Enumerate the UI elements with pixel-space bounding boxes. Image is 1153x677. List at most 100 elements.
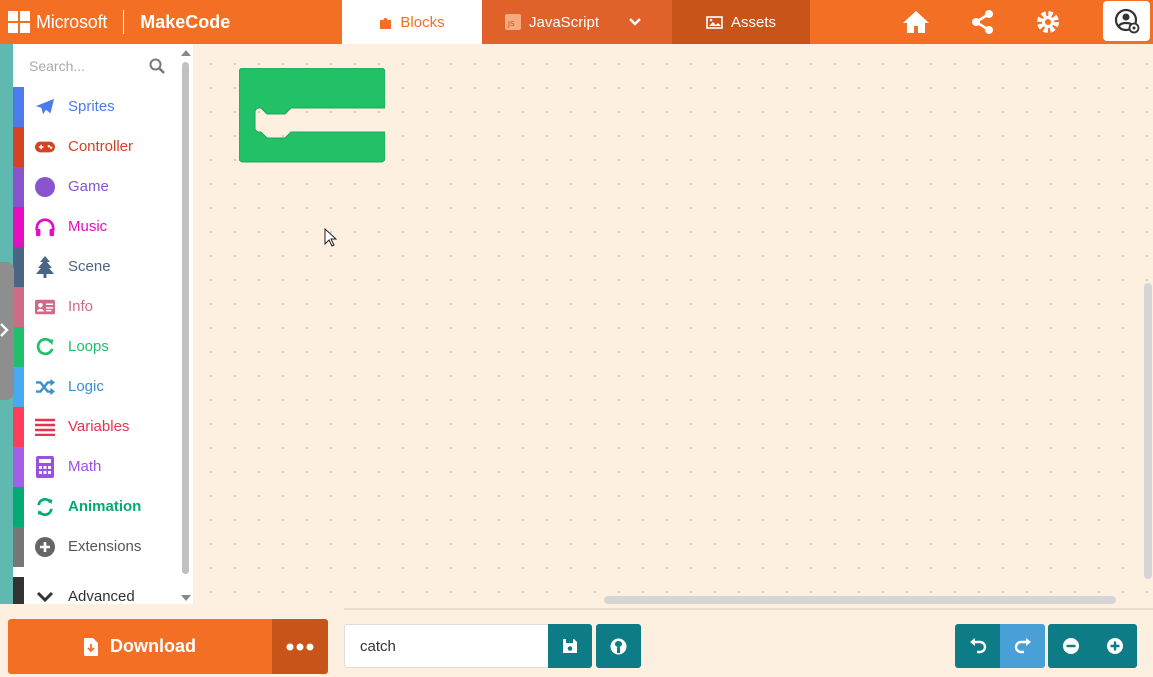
category-label: Sprites: [68, 98, 115, 115]
category-label: Game: [68, 178, 109, 195]
microsoft-logo-icon: [8, 11, 30, 33]
plus-circle-icon: [35, 537, 55, 557]
category-game[interactable]: Game: [13, 167, 179, 207]
blocks-workspace[interactable]: [193, 44, 1153, 604]
category-loops[interactable]: Loops: [13, 327, 179, 367]
download-label: Download: [110, 636, 196, 656]
category-color-bar: [13, 407, 24, 447]
puzzle-icon: [380, 17, 392, 29]
shuffle-icon: [35, 377, 55, 397]
refresh-icon: [35, 337, 55, 357]
zoom-in-icon: [1107, 638, 1123, 654]
zoom-in-button[interactable]: [1093, 624, 1137, 668]
ellipsis-icon: [286, 643, 314, 650]
category-color-bar: [13, 367, 24, 407]
toolbox-scrollbar[interactable]: [179, 44, 193, 604]
download-file-icon: [84, 637, 98, 656]
toolbox: Sprites Controller Game Music Scene Info…: [13, 44, 179, 604]
category-label: Advanced: [68, 588, 135, 604]
category-advanced[interactable]: Advanced: [13, 577, 179, 604]
home-icon: [903, 11, 929, 33]
tab-javascript[interactable]: JS JavaScript: [482, 0, 672, 44]
category-label: Loops: [68, 338, 109, 355]
category-scene[interactable]: Scene: [13, 247, 179, 287]
github-button[interactable]: [596, 624, 641, 668]
tab-assets-label: Assets: [730, 13, 776, 31]
category-math[interactable]: Math: [13, 447, 179, 487]
category-variables[interactable]: Variables: [13, 407, 179, 447]
category-color-bar: [13, 577, 24, 604]
toolbox-search: [13, 44, 179, 86]
save-button[interactable]: [548, 624, 592, 668]
on-start-block-label: on start: [54, 82, 112, 96]
category-animation[interactable]: Animation: [13, 487, 179, 527]
tab-blocks[interactable]: Blocks: [342, 0, 482, 44]
category-label: Info: [68, 298, 94, 315]
more-options-button[interactable]: [272, 619, 328, 674]
chevron-right-icon: [0, 323, 9, 337]
share-icon: [972, 10, 993, 34]
category-label: Math: [68, 458, 102, 475]
list-icon: [35, 417, 55, 437]
scroll-up-icon[interactable]: [181, 50, 191, 56]
image-icon: [706, 15, 723, 29]
category-color-bar: [13, 327, 24, 367]
category-controller[interactable]: Controller: [13, 127, 179, 167]
github-icon: [610, 638, 627, 654]
project-name-input[interactable]: [344, 624, 549, 668]
category-label: Variables: [68, 418, 130, 435]
brand-product: MakeCode: [140, 11, 231, 32]
undo-button[interactable]: [955, 624, 1000, 668]
share-button[interactable]: [968, 8, 998, 36]
header: Microsoft MakeCode Blocks JS JavaScript …: [0, 0, 1153, 45]
undo-icon: [969, 638, 986, 654]
category-color-bar: [13, 447, 24, 487]
svg-text:JS: JS: [507, 20, 515, 28]
category-color-bar: [13, 167, 24, 207]
zoom-out-icon: [1062, 638, 1079, 654]
on-start-block[interactable]: [239, 68, 385, 163]
category-logic[interactable]: Logic: [13, 367, 179, 407]
gamepad-icon: [35, 137, 55, 157]
paper-plane-icon: [35, 97, 55, 117]
brand-company: Microsoft: [36, 11, 108, 32]
workspace-horizontal-scrollbar[interactable]: [604, 596, 1116, 604]
save-icon: [563, 639, 577, 653]
category-color-bar: [13, 87, 24, 127]
workspace-vertical-scrollbar[interactable]: [1144, 283, 1152, 579]
calculator-icon: [35, 456, 55, 478]
category-color-bar: [13, 247, 24, 287]
flyout-toggle[interactable]: [0, 262, 14, 400]
search-icon[interactable]: [149, 58, 165, 74]
chevron-down-icon: [35, 587, 55, 604]
home-button[interactable]: [901, 8, 931, 36]
category-music[interactable]: Music: [13, 207, 179, 247]
category-label: Logic: [68, 378, 104, 395]
tab-blocks-label: Blocks: [400, 13, 445, 31]
user-icon: [1114, 8, 1139, 34]
circle-icon: [35, 177, 55, 197]
mouse-cursor-icon: [324, 228, 338, 247]
id-card-icon: [35, 297, 55, 317]
chevron-down-icon[interactable]: [628, 15, 642, 29]
sync-icon: [35, 497, 55, 517]
redo-button[interactable]: [1000, 624, 1045, 668]
tab-assets[interactable]: Assets: [672, 0, 810, 44]
category-extensions[interactable]: Extensions: [13, 527, 179, 567]
tree-icon: [35, 256, 55, 278]
user-menu-button[interactable]: [1103, 1, 1150, 41]
category-label: Music: [68, 218, 108, 235]
editor-tabs: Blocks JS JavaScript Assets: [342, 0, 810, 45]
scroll-down-icon[interactable]: [181, 595, 191, 601]
gear-icon: [1037, 11, 1059, 33]
category-color-bar: [13, 127, 24, 167]
settings-button[interactable]: [1033, 8, 1063, 36]
category-info[interactable]: Info: [13, 287, 179, 327]
bottom-divider: [344, 608, 1153, 610]
download-button[interactable]: Download: [8, 619, 272, 674]
category-color-bar: [13, 207, 24, 247]
scrollbar-thumb[interactable]: [182, 62, 189, 574]
zoom-out-button[interactable]: [1048, 624, 1093, 668]
js-file-icon: JS: [505, 14, 521, 30]
brand[interactable]: Microsoft MakeCode: [8, 0, 230, 44]
